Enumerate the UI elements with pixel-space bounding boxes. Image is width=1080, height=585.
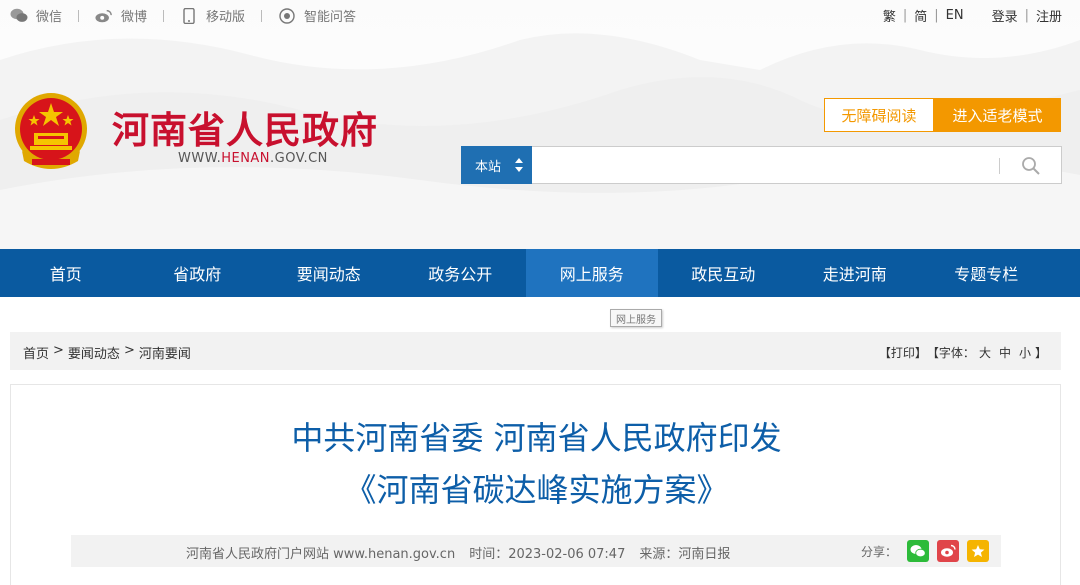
site-url: WWW.HENAN.GOV.CN xyxy=(178,151,328,166)
accessible-reading-button[interactable]: 无障碍阅读 xyxy=(824,98,934,132)
nav-item-online-services[interactable]: 网上服务 xyxy=(526,249,658,297)
font-large-button[interactable]: 大 xyxy=(979,344,991,361)
lang-separator: | xyxy=(934,8,939,23)
nav-item-gov-affairs[interactable]: 政务公开 xyxy=(395,249,527,297)
search-icon[interactable] xyxy=(1021,156,1041,176)
breadcrumb-henan-news[interactable]: 河南要闻 xyxy=(139,343,191,362)
login-link[interactable]: 登录 xyxy=(992,6,1018,25)
article-time: 时间：2023-02-06 07:47 xyxy=(469,547,626,562)
article-tools: 【打印】 【字体： 大 中 小 】 xyxy=(879,344,1047,361)
wechat-link[interactable]: 微信 xyxy=(10,6,62,25)
weibo-link[interactable]: 微博 xyxy=(95,6,147,25)
print-button[interactable]: 【打印】 xyxy=(879,344,927,361)
url-prefix: WWW. xyxy=(178,151,222,166)
article-title-line2: 《河南省碳达峰实施方案》 xyxy=(344,471,729,509)
search-divider xyxy=(999,158,1000,174)
mobile-icon xyxy=(180,7,198,24)
font-size-suffix: 】 xyxy=(1034,346,1047,360)
auth-separator: | xyxy=(1024,8,1029,23)
article-meta: 河南省人民政府门户网站 www.henan.gov.cn 时间：2023-02-… xyxy=(186,543,744,562)
search-scope-label: 本站 xyxy=(475,159,502,175)
breadcrumb-separator: > xyxy=(53,343,64,358)
mobile-link[interactable]: 移动版 xyxy=(180,6,245,25)
wechat-share-icon[interactable] xyxy=(907,540,930,562)
font-small-button[interactable]: 小 xyxy=(1019,344,1031,361)
main-nav: 首页 省政府 要闻动态 政务公开 网上服务 政民互动 走进河南 专题专栏 xyxy=(0,249,1080,297)
nav-item-interaction[interactable]: 政民互动 xyxy=(658,249,790,297)
url-suffix: .GOV.CN xyxy=(270,151,328,166)
font-size-label: 【字体： xyxy=(926,346,975,360)
nav-item-about-henan[interactable]: 走进河南 xyxy=(789,249,921,297)
top-links: 微信 微博 移动版 智能问答 xyxy=(10,6,356,25)
weibo-icon xyxy=(95,8,113,24)
smart-qa-label: 智能问答 xyxy=(304,10,357,25)
nav-item-news[interactable]: 要闻动态 xyxy=(263,249,395,297)
nav-item-provincial-gov[interactable]: 省政府 xyxy=(132,249,264,297)
elder-mode-button[interactable]: 进入适老模式 xyxy=(934,98,1061,132)
font-medium-button[interactable]: 中 xyxy=(999,344,1011,361)
separator xyxy=(261,9,263,22)
site-title[interactable]: 河南省人民政府 xyxy=(112,100,378,154)
search-scope-select[interactable]: 本站 xyxy=(461,146,532,184)
register-link[interactable]: 注册 xyxy=(1036,6,1062,25)
separator xyxy=(163,9,165,22)
breadcrumb-separator: > xyxy=(123,343,135,358)
mobile-label: 移动版 xyxy=(206,10,246,25)
smart-qa-link[interactable]: 智能问答 xyxy=(278,6,356,25)
nav-tooltip: 网上服务 xyxy=(610,309,662,327)
wechat-icon xyxy=(10,8,28,24)
article-meta-bar: 河南省人民政府门户网站 www.henan.gov.cn 时间：2023-02-… xyxy=(71,535,1001,567)
breadcrumb-bar: 首页 > 要闻动态 > 河南要闻 【打印】 【字体： 大 中 小 】 xyxy=(10,332,1061,370)
lang-traditional[interactable]: 繁 xyxy=(883,6,896,25)
share-label: 分享： xyxy=(861,544,898,559)
top-utility-bar: 微信 微博 移动版 智能问答 繁 | 简 | EN 登录 | 注册 xyxy=(0,0,1080,30)
lang-separator: | xyxy=(902,8,908,23)
lang-simplified[interactable]: 简 xyxy=(914,6,927,25)
lang-english[interactable]: EN xyxy=(946,8,964,23)
national-emblem-icon[interactable] xyxy=(12,91,90,173)
separator xyxy=(78,9,80,22)
weibo-label: 微博 xyxy=(121,10,148,25)
breadcrumb-home[interactable]: 首页 xyxy=(23,343,49,362)
article-origin: 来源：河南日报 xyxy=(639,547,731,562)
favorite-share-icon[interactable] xyxy=(967,540,990,562)
url-brand: HENAN xyxy=(221,151,271,166)
breadcrumb-news[interactable]: 要闻动态 xyxy=(68,343,120,362)
wechat-label: 微信 xyxy=(36,10,63,25)
article-container: 中共河南省委 河南省人民政府印发 《河南省碳达峰实施方案》 河南省人民政府门户网… xyxy=(10,384,1061,585)
nav-item-special-topics[interactable]: 专题专栏 xyxy=(921,249,1053,297)
article-source-site: 河南省人民政府门户网站 www.henan.gov.cn xyxy=(186,547,456,562)
chat-icon xyxy=(278,7,296,24)
search-box: 本站 xyxy=(461,146,1062,184)
weibo-share-icon[interactable] xyxy=(937,540,960,562)
breadcrumb: 首页 > 要闻动态 > 河南要闻 xyxy=(23,343,191,362)
share-bar: 分享： xyxy=(861,540,997,562)
article-title-line1: 中共河南省委 河南省人民政府印发 xyxy=(291,419,782,457)
search-input[interactable] xyxy=(542,147,982,183)
sort-arrows-icon xyxy=(515,158,523,172)
nav-item-home[interactable]: 首页 xyxy=(0,249,132,297)
top-right-links: 繁 | 简 | EN 登录 | 注册 xyxy=(883,6,1062,25)
